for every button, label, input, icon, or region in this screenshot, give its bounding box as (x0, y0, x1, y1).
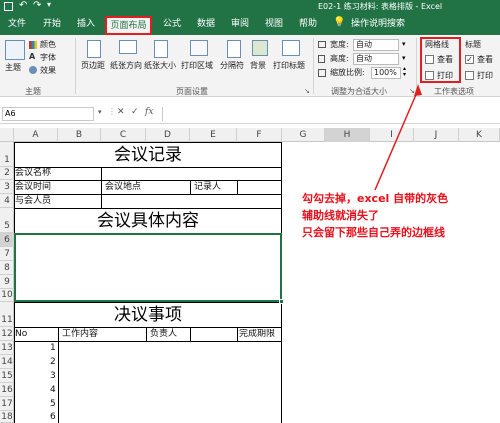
annotation-text: 勾勾去掉，excel 自带的灰色 辅助线就消失了 只会留下那些自己弄的边框线 (302, 190, 448, 241)
annotation-line-1: 勾勾去掉，excel 自带的灰色 (302, 192, 449, 205)
annotation-line-2: 辅助线就消失了 (302, 209, 379, 222)
annotation-line-3: 只会留下那些自己弄的边框线 (302, 226, 445, 239)
